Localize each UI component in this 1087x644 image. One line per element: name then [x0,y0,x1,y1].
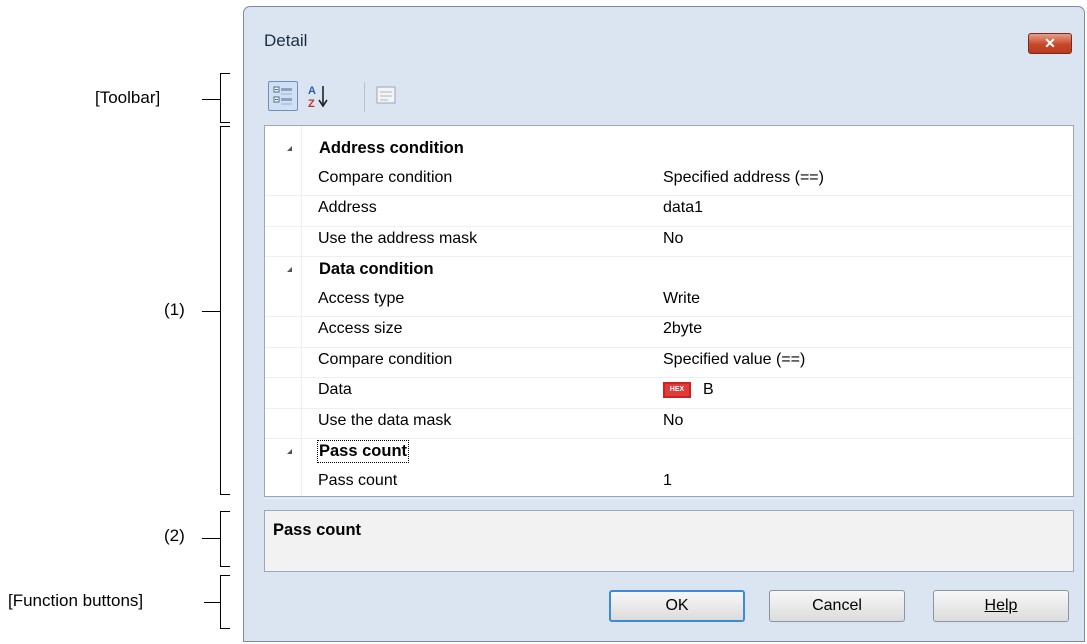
property-area-annotation: (1) [164,300,185,319]
category-label: Pass count [316,440,410,463]
hex-format-icon: HEX [663,382,691,398]
categorized-view-button[interactable] [268,81,298,111]
property-label: Access size [318,320,403,337]
property-row[interactable]: Address data1 [265,196,1073,227]
property-value[interactable]: data1 [663,199,703,217]
property-pages-icon [376,86,396,104]
description-title: Pass count [273,521,362,539]
property-label: Pass count [318,471,398,489]
property-value[interactable]: 1 [663,472,672,490]
property-row[interactable]: Pass count 1 [265,469,1073,499]
annotation-leader [202,311,220,312]
property-value[interactable]: 2byte [663,320,702,338]
category-row-data-condition[interactable]: Data condition [265,257,1073,287]
category-label: Data condition [319,260,434,278]
toolbar: A Z [264,77,1054,121]
collapse-triangle-icon[interactable] [287,146,292,151]
property-label: Compare condition [318,168,453,186]
collapse-triangle-icon[interactable] [287,267,292,272]
collapse-triangle-icon[interactable] [287,449,292,454]
property-label: Data [318,381,352,398]
property-row[interactable]: Data HEX B [265,378,1073,409]
annotation-leader [202,99,220,100]
property-label: Compare condition [318,350,453,368]
detail-dialog: Detail ✕ A Z Address condition Compare c… [243,6,1085,642]
data-value-text: B [703,381,714,398]
category-row-pass-count[interactable]: Pass count [265,439,1073,469]
function-buttons-annotation: [Function buttons] [8,591,144,610]
property-value[interactable]: No [663,230,683,248]
property-value[interactable]: Write [663,290,700,308]
property-row[interactable]: Access size 2byte [265,317,1073,348]
property-pages-button[interactable] [372,81,402,111]
property-label: Address [318,199,377,216]
property-label: Use the address mask [318,229,478,247]
property-value-data[interactable]: HEX B [663,381,714,399]
cancel-button[interactable]: Cancel [769,590,905,622]
description-area-annotation: (2) [164,526,185,545]
toolbar-annotation: [Toolbar] [95,88,161,107]
property-row[interactable]: Use the address mask No [265,227,1073,257]
description-area: Pass count [264,510,1074,572]
categorized-view-icon [273,86,292,105]
description-area-bracket [220,511,230,567]
svg-text:A: A [308,85,316,97]
property-label: Access type [318,289,405,307]
ok-button[interactable]: OK [609,590,745,622]
property-grid: Address condition Compare condition Spec… [264,125,1074,499]
annotation-leader [204,602,220,603]
svg-text:Z: Z [308,98,315,110]
toolbar-bracket [220,73,230,123]
property-row[interactable]: Use the data mask No [265,409,1073,439]
property-row[interactable]: Access type Write [265,287,1073,317]
property-value[interactable]: Specified address (==) [663,169,824,187]
property-value[interactable]: Specified value (==) [663,351,805,369]
sort-alphabetical-button[interactable]: A Z [304,81,334,111]
close-button[interactable]: ✕ [1028,33,1072,54]
function-buttons-bracket [220,575,230,629]
property-row[interactable]: Compare condition Specified value (==) [265,348,1073,378]
category-label: Address condition [319,139,464,157]
property-label: Use the data mask [318,411,452,429]
annotation-leader [202,538,220,539]
help-button[interactable]: Help [933,590,1069,622]
window-title: Detail [264,31,308,50]
sort-alphabetical-icon: A Z [308,85,328,110]
property-row[interactable]: Compare condition Specified address (==) [265,166,1073,196]
help-button-label: Help [984,597,1018,614]
property-value[interactable]: No [663,412,683,430]
category-row-address-condition[interactable]: Address condition [265,136,1073,166]
property-area-bracket [220,126,230,495]
toolbar-separator [364,82,365,112]
